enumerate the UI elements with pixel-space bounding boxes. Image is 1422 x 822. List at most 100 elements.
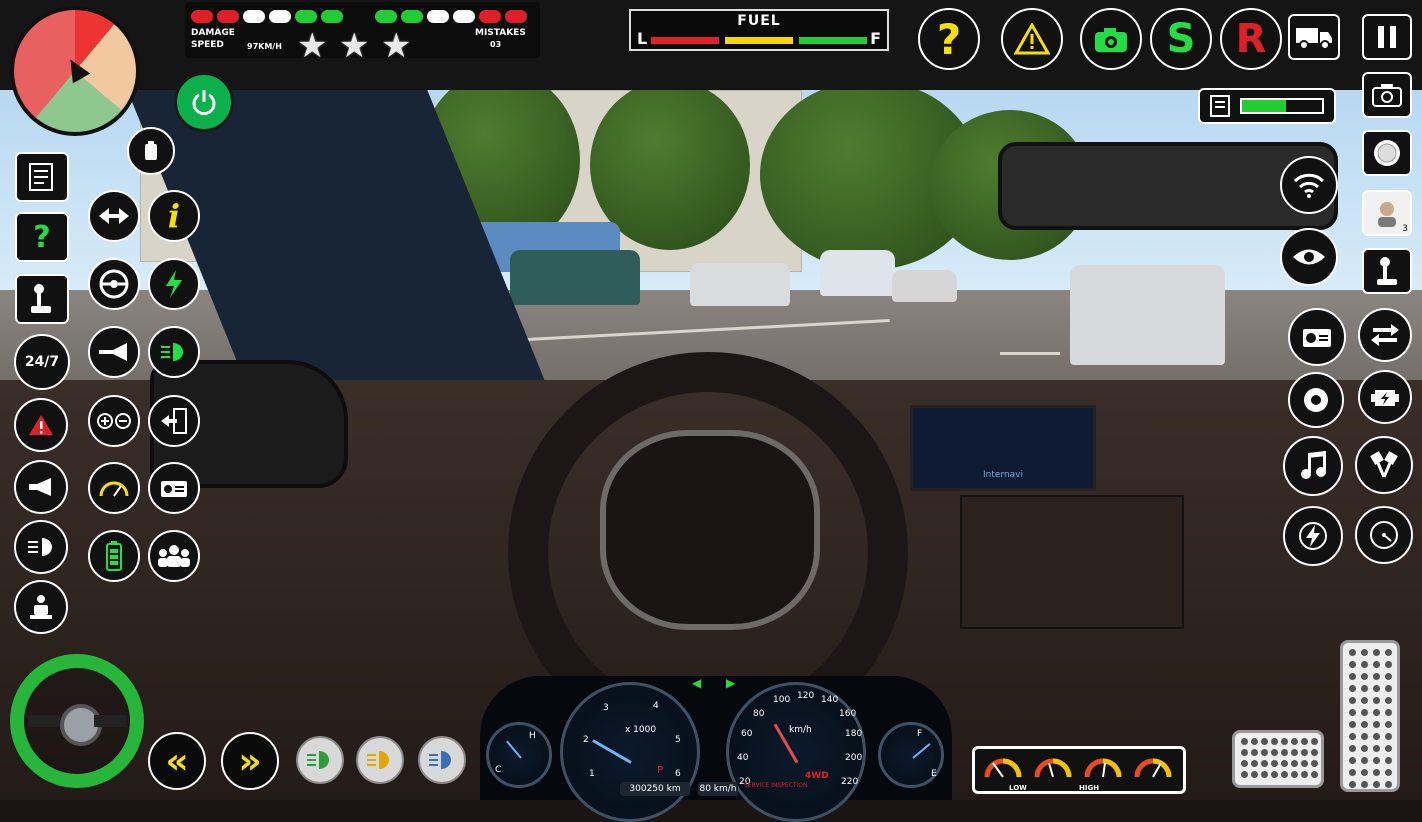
nitro-button[interactable] bbox=[148, 258, 200, 310]
pedal-grip-dot bbox=[1251, 749, 1258, 756]
speed-tick: 100 bbox=[773, 695, 791, 705]
cruise-speed-value: 80 bbox=[699, 784, 711, 794]
speed-gauge-button[interactable] bbox=[1355, 506, 1413, 564]
rpm-tick: 6 bbox=[675, 769, 681, 779]
left-turn-signal-button[interactable]: « bbox=[148, 732, 206, 790]
screenshot-button[interactable] bbox=[1362, 72, 1412, 118]
star-icon: ★ bbox=[297, 26, 328, 66]
transmission-button[interactable] bbox=[1362, 248, 1412, 294]
view-button[interactable] bbox=[1280, 228, 1338, 286]
rpm-tick: 1 bbox=[589, 769, 595, 779]
hazard-button[interactable] bbox=[14, 398, 68, 452]
seat-belt-icon bbox=[30, 595, 52, 619]
pedal-grip-dot bbox=[1241, 760, 1248, 767]
mistakes-value: 03 bbox=[490, 40, 502, 49]
steering-mode-button[interactable] bbox=[88, 258, 140, 310]
passengers-button[interactable] bbox=[148, 530, 200, 582]
radio-button[interactable] bbox=[148, 462, 200, 514]
pedal-grip-dot bbox=[1261, 760, 1268, 767]
question-button[interactable]: ? bbox=[15, 212, 69, 262]
right-turn-signal-button[interactable]: » bbox=[221, 732, 279, 790]
pedal-grip-dot bbox=[1373, 757, 1380, 764]
fog-light-button[interactable] bbox=[296, 736, 344, 784]
engine-button[interactable] bbox=[1358, 370, 1412, 424]
headlight-button[interactable] bbox=[14, 520, 68, 574]
minimap[interactable] bbox=[10, 6, 140, 136]
turbo-button[interactable] bbox=[1288, 372, 1344, 428]
speed-tick: 200 bbox=[845, 753, 863, 763]
car-ahead bbox=[1070, 265, 1225, 365]
help-button[interactable]: ? bbox=[918, 8, 980, 70]
pedal-grip-dot bbox=[1361, 769, 1368, 776]
fuel-gauge-full-label: F bbox=[917, 729, 923, 739]
pedal-grip-dot bbox=[1349, 733, 1356, 740]
lane-change-button[interactable] bbox=[1358, 308, 1412, 362]
car-radio-button[interactable] bbox=[1288, 308, 1346, 366]
high-beam-toggle-button[interactable] bbox=[418, 736, 466, 784]
indicator-button[interactable] bbox=[88, 190, 140, 242]
camera-switch-button[interactable] bbox=[1080, 8, 1142, 70]
speed-limiter-button[interactable] bbox=[88, 462, 140, 514]
pedal-grip-dot bbox=[1349, 769, 1356, 776]
pedal-grip-dot bbox=[1271, 738, 1278, 745]
truck-button[interactable] bbox=[1288, 14, 1340, 60]
high-beam-button[interactable] bbox=[148, 326, 200, 378]
pedal-grip-dot bbox=[1385, 709, 1392, 716]
pedal-grip-dot bbox=[1349, 721, 1356, 728]
mission-notes-button[interactable] bbox=[15, 152, 69, 202]
multiplayer-button[interactable] bbox=[1280, 156, 1338, 214]
engine-parts-button[interactable] bbox=[1355, 436, 1413, 494]
drive-mode-label: 4WD bbox=[805, 771, 829, 781]
pedal-grip-dot bbox=[1349, 781, 1356, 788]
transfer-icon bbox=[1371, 324, 1399, 346]
rpm-needle bbox=[592, 739, 632, 764]
brake-pedal[interactable] bbox=[1232, 730, 1324, 788]
settings-button[interactable] bbox=[1362, 130, 1412, 176]
pedal-grip-dot bbox=[1385, 697, 1392, 704]
fuel-can-icon bbox=[145, 141, 157, 160]
player-arrow-icon bbox=[61, 54, 91, 84]
refuel-button[interactable] bbox=[127, 127, 175, 175]
star-icon: ★ bbox=[381, 26, 412, 66]
notes-icon bbox=[1210, 95, 1230, 117]
seat-belt-button[interactable] bbox=[14, 580, 68, 634]
tachometer: x 1000 1 2 3 4 5 6 P bbox=[560, 682, 700, 822]
pedal-grip-dot bbox=[1301, 771, 1308, 778]
warning-button[interactable] bbox=[1001, 8, 1063, 70]
temp-hot-label: H bbox=[529, 731, 536, 741]
reverse-button[interactable]: R bbox=[1220, 8, 1282, 70]
damage-label: DAMAGE bbox=[191, 28, 235, 38]
status-light bbox=[505, 10, 527, 23]
pause-button[interactable] bbox=[1362, 14, 1412, 60]
service-24-7-button[interactable]: 24/7 bbox=[14, 334, 70, 390]
pedal-grip-dot bbox=[1281, 749, 1288, 756]
pedal-grip-dot bbox=[1361, 757, 1368, 764]
trumpet-horn-button[interactable] bbox=[88, 326, 140, 378]
gear-low-label: LOW bbox=[1009, 784, 1027, 792]
low-beam-icon bbox=[367, 751, 389, 769]
pedal-grip-dot bbox=[1385, 721, 1392, 728]
pedal-grip-dot bbox=[1361, 721, 1368, 728]
exit-car-button[interactable] bbox=[148, 395, 200, 447]
horn-button[interactable] bbox=[14, 460, 68, 514]
driver-select-button[interactable]: 3 bbox=[1362, 190, 1412, 236]
steering-control[interactable] bbox=[10, 654, 144, 788]
horn-icon bbox=[29, 478, 51, 496]
battery-button[interactable] bbox=[88, 530, 140, 582]
pedal-grip-dot bbox=[1241, 738, 1248, 745]
zoom-button[interactable] bbox=[88, 395, 140, 447]
gear-selector-panel[interactable]: LOW HIGH bbox=[972, 746, 1186, 794]
accelerator-pedal[interactable] bbox=[1340, 640, 1400, 792]
music-button[interactable] bbox=[1283, 436, 1343, 496]
speed-tick: 120 bbox=[797, 691, 815, 701]
boost-button[interactable] bbox=[1283, 506, 1343, 566]
low-beam-button[interactable] bbox=[356, 736, 404, 784]
start-button[interactable]: S bbox=[1150, 8, 1212, 70]
engine-power-button[interactable] bbox=[174, 72, 234, 132]
speed-tick: 180 bbox=[845, 729, 863, 739]
turbo-icon bbox=[1304, 388, 1328, 412]
info-button[interactable]: i bbox=[148, 190, 200, 242]
speed-tick: 80 bbox=[753, 709, 765, 719]
info-icon: i bbox=[167, 197, 181, 235]
gear-mode-button[interactable] bbox=[15, 274, 69, 324]
